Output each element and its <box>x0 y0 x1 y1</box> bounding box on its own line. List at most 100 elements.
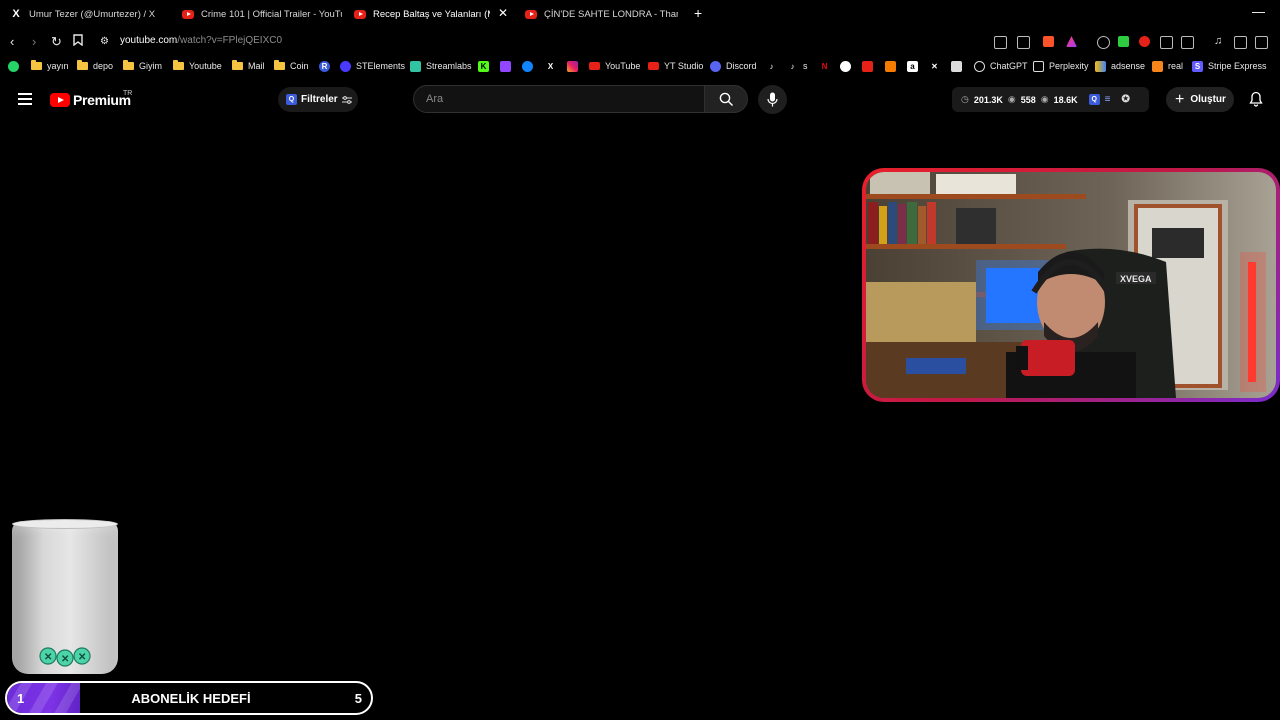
bookmark-red-app[interactable] <box>862 59 873 73</box>
cast-icon[interactable] <box>994 36 1007 49</box>
folder-icon <box>123 60 134 70</box>
bookmark-youtube[interactable]: YouTube <box>589 59 640 73</box>
jar-tokens: ✕ ✕ ✕ <box>39 647 91 667</box>
whatsapp-bookmark[interactable] <box>8 59 19 73</box>
bookmark-amazon[interactable]: a <box>907 59 918 73</box>
bookmark-bluesky[interactable] <box>522 59 533 73</box>
tab-recep-baltas[interactable]: Recep Baltaş ve Yalanları (Mesaj <box>354 0 490 28</box>
bookmark-tool[interactable]: ✕ <box>929 59 940 73</box>
sidebar-toggle-icon[interactable] <box>1234 36 1247 49</box>
plus-icon: + <box>1175 90 1185 108</box>
bookmark-media[interactable] <box>840 59 851 73</box>
reload-icon[interactable]: ↻ <box>51 34 62 50</box>
extension-glasses-icon[interactable] <box>1097 36 1110 49</box>
url-field[interactable]: youtube.com/watch?v=FPlejQEIXC0 <box>120 35 282 46</box>
brave-shield-icon[interactable] <box>1043 36 1054 47</box>
award-icon[interactable]: ✪ <box>1122 94 1130 105</box>
orange-app-icon <box>885 60 896 72</box>
bookmark-label: real <box>1168 61 1184 71</box>
tab-x-profile[interactable]: X Umur Tezer (@Umurtezer) / X <box>10 0 170 28</box>
close-tab-icon[interactable]: ✕ <box>498 6 508 20</box>
voice-search-button[interactable] <box>758 85 787 114</box>
tab-title: Recep Baltaş ve Yalanları (Mesaj <box>373 8 490 20</box>
bookmark-x[interactable]: X <box>545 59 556 73</box>
bookmark-netflix[interactable]: N <box>819 59 830 73</box>
site-settings-icon[interactable]: ⚙ <box>100 34 109 50</box>
bookmark-orange-app[interactable] <box>885 59 896 73</box>
search-placeholder: Ara <box>426 93 444 105</box>
bookmark-yayin[interactable]: yayın <box>31 59 69 73</box>
bookmark-tiktok[interactable]: ♪ <box>766 59 777 73</box>
back-icon[interactable]: ‹ <box>10 34 14 50</box>
bookmark-stripe-express[interactable]: S Stripe Express <box>1192 59 1267 73</box>
bookmark-mail[interactable]: Mail <box>232 59 265 73</box>
create-label: Oluştur <box>1190 94 1226 105</box>
subscription-goal-bar: 1 ABONELİK HEDEFİ 5 <box>5 681 373 715</box>
stripe-icon: S <box>1192 60 1203 72</box>
wallet-icon[interactable] <box>1255 36 1268 49</box>
search-button[interactable] <box>704 85 748 113</box>
bookmark-streamlabs[interactable]: Streamlabs <box>410 59 472 73</box>
tab-title: Umur Tezer (@Umurtezer) / X <box>29 8 156 20</box>
tab-crime-101[interactable]: Crime 101 | Official Trailer - YouTube <box>182 0 342 28</box>
bookmark-adsense[interactable]: adsense <box>1095 59 1145 73</box>
bookmark-label: ChatGPT <box>990 61 1028 71</box>
bookmark-yt-studio[interactable]: YT Studio <box>648 59 703 73</box>
x-icon: X <box>547 61 554 71</box>
r-icon: R <box>319 60 330 72</box>
bookmark-doc[interactable] <box>951 59 962 73</box>
list-icon[interactable]: ≡ <box>1105 94 1111 105</box>
bookmark-label: Giyim <box>139 61 162 71</box>
extension-q-icon[interactable]: Q <box>1088 94 1100 105</box>
bookmark-label: Discord <box>726 61 757 71</box>
menu-icon[interactable] <box>18 93 32 108</box>
bookmark-instagram[interactable] <box>567 59 578 73</box>
svg-text:✕: ✕ <box>61 654 69 665</box>
screenshot-icon[interactable] <box>1181 36 1194 49</box>
tiktok-icon: ♪ <box>790 61 795 71</box>
bookmark-r[interactable]: R <box>319 59 330 73</box>
bookmark-stelements[interactable]: STElements <box>340 59 405 73</box>
netflix-icon: N <box>821 61 828 71</box>
bookmark-discord[interactable]: Discord <box>710 59 757 73</box>
notifications-bell-icon[interactable] <box>1249 91 1263 107</box>
share-icon[interactable] <box>1017 36 1030 49</box>
youtube-logo[interactable]: Premium TR <box>50 90 133 108</box>
url-path: /watch?v=FPlejQEIXC0 <box>177 35 283 46</box>
extension-play-icon[interactable] <box>1139 36 1150 47</box>
sliders-icon <box>341 95 352 104</box>
minimize-window-button[interactable]: — <box>1252 4 1265 19</box>
bookmark-label: YouTube <box>605 61 641 71</box>
bookmark-label: STElements <box>356 61 406 71</box>
bookmark-page-icon[interactable] <box>73 34 83 50</box>
bookmark-perplexity[interactable]: Perplexity <box>1033 59 1089 73</box>
webcam-feed: XVEGA <box>866 172 1276 398</box>
filters-label: Filtreler <box>301 94 338 105</box>
region-code: TR <box>123 90 133 97</box>
video-stats-widget[interactable]: ◷ 201.3K ◉ 558 ◉ 18.6K Q ≡ ✪ <box>952 87 1149 112</box>
bookmark-youtube-folder[interactable]: Youtube <box>173 59 222 73</box>
create-button[interactable]: + Oluştur <box>1166 87 1234 112</box>
tab-title: ÇİN'DE SAHTE LONDRA - Thames To <box>544 8 678 20</box>
bookmark-real[interactable]: real <box>1152 59 1183 73</box>
bookmark-twitch[interactable] <box>500 59 511 73</box>
media-controls-icon[interactable]: ♫ <box>1214 36 1225 47</box>
forward-icon[interactable]: › <box>32 34 36 50</box>
bookmark-label: adsense <box>1111 61 1146 71</box>
circle-icon <box>840 60 851 72</box>
tab-cinde-sahte-londra[interactable]: ÇİN'DE SAHTE LONDRA - Thames To <box>525 0 678 28</box>
bookmark-chatgpt[interactable]: ChatGPT <box>974 59 1028 73</box>
filters-button[interactable]: Q Filtreler <box>278 87 358 112</box>
search-input[interactable]: Ara <box>413 85 705 113</box>
bookmark-kick[interactable]: K <box>478 59 489 73</box>
bookmark-label: Stripe Express <box>1208 61 1267 71</box>
tab-strip: X Umur Tezer (@Umurtezer) / X Crime 101 … <box>0 0 1280 28</box>
extensions-puzzle-icon[interactable] <box>1160 36 1173 49</box>
bookmark-depo[interactable]: depo <box>77 59 113 73</box>
bookmark-giyim[interactable]: Giyim <box>123 59 162 73</box>
bookmark-tiktok-s[interactable]: ♪ s <box>787 59 808 73</box>
new-tab-button[interactable]: + <box>694 5 702 21</box>
metamask-icon <box>1152 60 1163 72</box>
extension-green-icon[interactable] <box>1118 36 1129 47</box>
bookmark-coin[interactable]: Coin <box>274 59 309 73</box>
